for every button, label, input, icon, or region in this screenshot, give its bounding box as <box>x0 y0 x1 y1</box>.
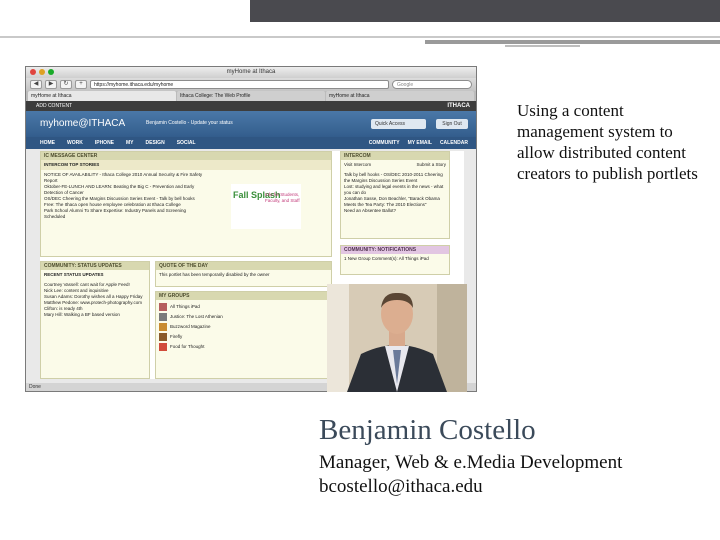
group-thumbnail <box>159 313 167 321</box>
slide-divider-line <box>0 36 720 38</box>
nav-home[interactable]: HOME <box>40 140 55 146</box>
window-controls <box>30 69 54 75</box>
forward-icon[interactable]: ▶ <box>45 80 57 89</box>
visit-intercom-link[interactable]: Visit Intercom <box>344 162 371 168</box>
portlet-title: QUOTE OF THE DAY <box>156 262 331 270</box>
nav-social[interactable]: SOCIAL <box>177 140 196 146</box>
quote-portlet: QUOTE OF THE DAY This portlet has been t… <box>155 261 332 287</box>
list-item[interactable]: Talk by bell hooks - OS/DEC 2010-2011 Ch… <box>344 172 446 184</box>
portlet-subtitle: RECENT STATUS UPDATES <box>44 272 104 277</box>
zoom-icon[interactable] <box>48 69 54 75</box>
window-title: myHome at Ithaca <box>226 69 276 75</box>
portlet-title: MY GROUPS <box>156 292 331 300</box>
list-item[interactable]: Park School Alumni To Share Expertise: I… <box>44 208 208 220</box>
portlet-title: COMMUNITY: STATUS UPDATES <box>41 262 149 270</box>
presenter-photo <box>327 284 467 392</box>
list-item[interactable]: Oktober-FE-LUNCH AND LEARN: Beating the … <box>44 184 208 196</box>
list-item[interactable]: Need an Absentee Ballot? <box>344 208 446 214</box>
main-nav: HOME WORK IPHONE MY DESIGN SOCIAL COMMUN… <box>26 137 476 149</box>
group-thumbnail <box>159 303 167 311</box>
reload-icon[interactable]: ↻ <box>60 80 72 89</box>
add-icon[interactable]: + <box>75 80 87 89</box>
nav-my-email[interactable]: MY EMAIL <box>408 140 432 146</box>
group-thumbnail <box>159 343 167 351</box>
window-titlebar: myHome at Ithaca <box>26 67 476 78</box>
presenter-photo-svg <box>327 284 467 392</box>
quick-access-select[interactable]: Quick Access <box>371 119 426 129</box>
tab-myhome[interactable]: myHome at Ithaca <box>28 91 176 101</box>
list-item[interactable]: 1 New Group Comment(s): All Things iPad <box>344 256 446 262</box>
group-thumbnail <box>159 333 167 341</box>
ithaca-brand: ITHACA <box>447 103 470 109</box>
portlet-title: INTERCOM <box>341 152 449 160</box>
slide-caption: Using a content management system to all… <box>517 101 698 183</box>
group-name[interactable]: All Things iPad <box>170 304 200 310</box>
add-content-button[interactable]: ADD CONTENT <box>36 103 72 109</box>
nav-iphone[interactable]: IPHONE <box>95 140 114 146</box>
portlet-title: COMMUNITY: NOTIFICATIONS <box>341 246 449 254</box>
user-status[interactable]: Benjamin Costello - Update your status <box>146 120 233 126</box>
tab-myhome-2[interactable]: myHome at Ithaca <box>326 91 474 101</box>
my-groups-portlet: MY GROUPS All Things iPad Justice: The L… <box>155 291 332 379</box>
url-input[interactable]: https://myhome.ithaca.edu/myhome <box>90 80 389 89</box>
list-item[interactable]: Buzzword Magazine <box>159 322 328 332</box>
group-name[interactable]: Justice: The Lost Athenian <box>170 314 223 320</box>
portlet-title: IC MESSAGE CENTER <box>41 152 331 160</box>
presenter-email[interactable]: bcostello@ithaca.edu <box>319 476 483 498</box>
submit-story-link[interactable]: Submit a Story <box>416 162 446 168</box>
nav-community[interactable]: COMMUNITY <box>369 140 400 146</box>
browser-toolbar: ◀ ▶ ↻ + https://myhome.ithaca.edu/myhome… <box>26 78 476 91</box>
list-item[interactable]: Firefly <box>159 332 328 342</box>
slide-top-dark-band <box>250 0 720 22</box>
sign-out-button[interactable]: Sign Out <box>436 119 468 129</box>
intercom-portlet: INTERCOM Visit Intercom Submit a Story T… <box>340 151 450 239</box>
tab-web-profile[interactable]: Ithaca College: The Web Profile <box>177 91 325 101</box>
nav-calendar[interactable]: CALENDAR <box>440 140 468 146</box>
list-item[interactable]: Lost: studying and legal events in the n… <box>344 184 446 196</box>
list-item[interactable]: Mary Hill: Walking a BF based version <box>44 312 146 318</box>
message-center-portlet: IC MESSAGE CENTER INTERCOM TOP STORIES N… <box>40 151 332 257</box>
list-item[interactable]: All Things iPad <box>159 302 328 312</box>
nav-design[interactable]: DESIGN <box>146 140 165 146</box>
group-name[interactable]: Food for Thought <box>170 344 204 350</box>
myhome-logo[interactable]: myhome@ITHACA <box>40 118 125 129</box>
nav-work[interactable]: WORK <box>67 140 83 146</box>
close-icon[interactable] <box>30 69 36 75</box>
slide-accent-line <box>425 40 720 44</box>
back-icon[interactable]: ◀ <box>30 80 42 89</box>
list-item[interactable]: NOTICE OF AVAILABILITY - Ithaca College … <box>44 172 208 184</box>
slide-accent-line-short <box>505 45 580 47</box>
list-item[interactable]: Food for Thought <box>159 342 328 352</box>
search-input[interactable]: Google <box>392 80 472 89</box>
add-content-bar: ADD CONTENT ITHACA <box>26 101 476 111</box>
fall-splash-info: Info for Students, Faculty, and Staff <box>265 192 300 203</box>
site-header: myhome@ITHACA Benjamin Costello - Update… <box>26 111 476 137</box>
nav-my[interactable]: MY <box>126 140 134 146</box>
portlet-subtitle: INTERCOM TOP STORIES <box>41 160 331 170</box>
minimize-icon[interactable] <box>39 69 45 75</box>
quote-text: This portlet has been temporarily disabl… <box>159 272 270 277</box>
group-name[interactable]: Firefly <box>170 334 182 340</box>
status-updates-portlet: COMMUNITY: STATUS UPDATES RECENT STATUS … <box>40 261 150 379</box>
group-name[interactable]: Buzzword Magazine <box>170 324 211 330</box>
list-item[interactable]: Justice: The Lost Athenian <box>159 312 328 322</box>
presenter-name: Benjamin Costello <box>319 414 536 446</box>
group-thumbnail <box>159 323 167 331</box>
list-item[interactable]: Jonathan Sasse, Don Beachler, "Barack Ob… <box>344 196 446 208</box>
presenter-title: Manager, Web & e.Media Development <box>319 452 623 473</box>
fall-splash-banner[interactable]: Fall Splash Info for Students, Faculty, … <box>231 184 301 229</box>
notifications-portlet: COMMUNITY: NOTIFICATIONS 1 New Group Com… <box>340 245 450 275</box>
browser-tabs: myHome at Ithaca Ithaca College: The Web… <box>26 91 476 101</box>
